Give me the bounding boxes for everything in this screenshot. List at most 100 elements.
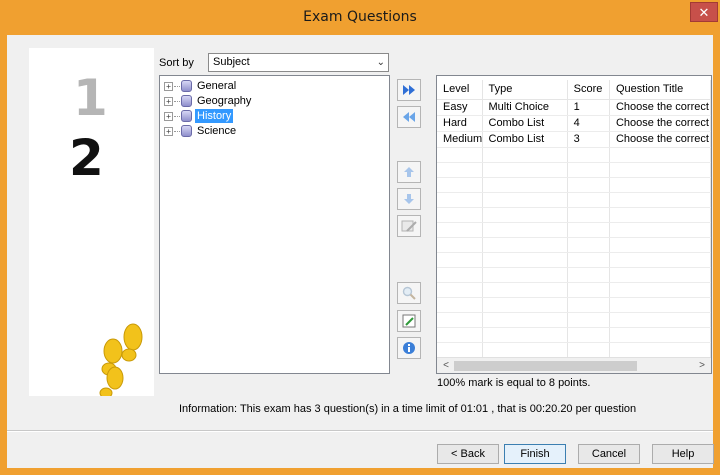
column-header-level[interactable]: Level: [437, 80, 483, 100]
sort-by-select[interactable]: Subject ⌄: [208, 53, 389, 72]
tree-item-general[interactable]: + General: [164, 79, 238, 93]
empty-cell: [437, 162, 483, 178]
empty-cell: [567, 342, 610, 358]
empty-cell: [567, 252, 610, 268]
empty-cell: [609, 267, 711, 283]
empty-cell: [437, 237, 483, 253]
empty-cell: [482, 327, 568, 343]
cell-score: 4: [567, 115, 610, 132]
cell-type: Combo List: [482, 115, 568, 132]
empty-cell: [482, 192, 568, 208]
expand-icon[interactable]: +: [164, 126, 173, 136]
empty-row: [437, 237, 711, 253]
scrollbar-thumb[interactable]: [454, 361, 637, 371]
database-icon: [181, 95, 192, 107]
step-previous: 1: [73, 69, 108, 127]
mark-info-text: 100% mark is equal to 8 points.: [437, 377, 591, 389]
search-icon: [402, 286, 416, 300]
table-row[interactable]: Medium Combo List 3 Choose the correct y…: [437, 131, 711, 148]
empty-row: [437, 342, 711, 358]
empty-row: [437, 252, 711, 268]
expand-icon[interactable]: +: [164, 111, 173, 121]
tree-item-science[interactable]: + Science: [164, 124, 238, 138]
empty-row: [437, 192, 711, 208]
table-row[interactable]: Easy Multi Choice 1 Choose the correct a…: [437, 99, 711, 116]
empty-cell: [437, 147, 483, 163]
search-button[interactable]: [397, 282, 421, 304]
cell-question-title: Choose the correct ye: [609, 131, 711, 148]
expand-icon[interactable]: +: [164, 81, 173, 91]
move-down-button[interactable]: [397, 188, 421, 210]
cell-question-title: Choose the correct da: [609, 115, 711, 132]
empty-cell: [609, 312, 711, 328]
empty-grid-rows: [437, 147, 711, 358]
tree-connector: [174, 115, 180, 117]
info-button[interactable]: [397, 337, 421, 359]
column-header-question-title[interactable]: Question Title: [609, 80, 711, 100]
remove-all-button[interactable]: [397, 106, 421, 128]
chevron-down-icon[interactable]: ⌄: [377, 54, 385, 71]
empty-cell: [482, 342, 568, 358]
add-all-icon: [403, 85, 415, 95]
cell-type: Multi Choice: [482, 99, 568, 116]
tree-connector: [174, 130, 180, 132]
edit-question-icon: [401, 220, 417, 232]
edit-note-button[interactable]: [397, 310, 421, 332]
column-header-type[interactable]: Type: [482, 80, 568, 100]
edit-question-button[interactable]: [397, 215, 421, 237]
table-header-row: Level Type Score Question Title: [437, 80, 711, 100]
title-bar: Exam Questions ✕: [0, 0, 720, 35]
empty-cell: [609, 207, 711, 223]
table-row[interactable]: Hard Combo List 4 Choose the correct da: [437, 115, 711, 132]
database-icon: [181, 80, 192, 92]
tree-item-label: Geography: [197, 95, 252, 107]
finish-button[interactable]: Finish: [504, 444, 566, 464]
tree-item-history[interactable]: + History: [164, 109, 234, 123]
cell-score: 3: [567, 131, 610, 148]
empty-cell: [437, 327, 483, 343]
empty-cell: [482, 267, 568, 283]
empty-cell: [482, 297, 568, 313]
step-current-number: 2: [69, 129, 104, 187]
subject-tree[interactable]: + General + Geography + History + Scienc…: [159, 75, 390, 374]
empty-cell: [437, 252, 483, 268]
column-header-score[interactable]: Score: [567, 80, 610, 100]
empty-cell: [482, 177, 568, 193]
empty-cell: [567, 312, 610, 328]
empty-row: [437, 222, 711, 238]
cell-question-title: Choose the correct ag: [609, 99, 711, 116]
empty-cell: [437, 177, 483, 193]
sort-by-label: Sort by: [159, 57, 194, 69]
wizard-illustration: 1 2: [69, 69, 143, 399]
cancel-button[interactable]: Cancel: [578, 444, 640, 464]
add-all-button[interactable]: [397, 79, 421, 101]
move-up-button[interactable]: [397, 161, 421, 183]
help-button[interactable]: Help: [652, 444, 714, 464]
database-icon: [181, 110, 192, 122]
edit-note-icon: [402, 314, 416, 328]
empty-row: [437, 297, 711, 313]
empty-cell: [609, 342, 711, 358]
back-button[interactable]: < Back: [437, 444, 499, 464]
cell-score: 1: [567, 99, 610, 116]
empty-row: [437, 177, 711, 193]
empty-row: [437, 162, 711, 178]
empty-cell: [482, 222, 568, 238]
exam-information-text: Information: This exam has 3 question(s)…: [179, 403, 637, 415]
expand-icon[interactable]: +: [164, 96, 173, 106]
empty-cell: [567, 207, 610, 223]
empty-cell: [482, 312, 568, 328]
empty-cell: [609, 327, 711, 343]
move-up-icon: [404, 167, 414, 177]
questions-grid[interactable]: Level Type Score Question Title Easy Mul…: [436, 75, 712, 374]
scroll-left-icon[interactable]: <: [439, 358, 453, 373]
horizontal-scrollbar[interactable]: < >: [437, 357, 711, 373]
cell-level: Medium: [437, 131, 483, 148]
close-button[interactable]: ✕: [690, 2, 718, 22]
empty-cell: [482, 252, 568, 268]
tree-item-label: Science: [197, 125, 237, 137]
scroll-right-icon[interactable]: >: [695, 358, 709, 373]
tree-item-geography[interactable]: + Geography: [164, 94, 253, 108]
database-icon: [181, 125, 192, 137]
empty-row: [437, 282, 711, 298]
